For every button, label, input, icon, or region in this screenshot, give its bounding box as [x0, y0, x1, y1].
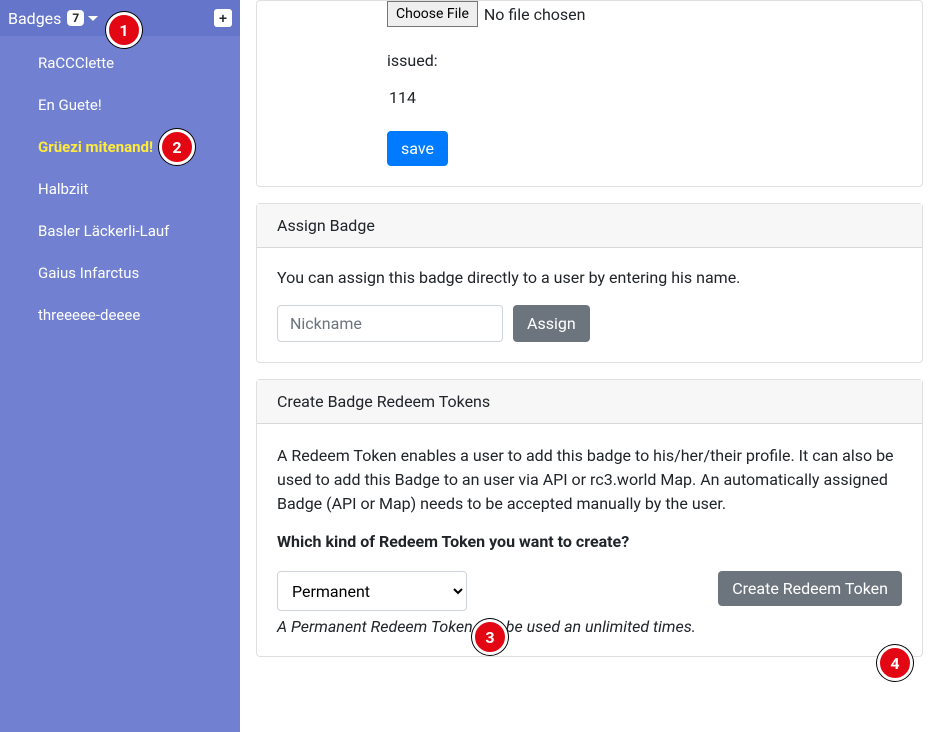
issued-value: 114 — [389, 88, 902, 107]
sidebar-list: RaCCClette En Guete! Grüezi mitenand! Ha… — [0, 36, 240, 336]
sidebar: Badges 7 + RaCCClette En Guete! Grüezi m… — [0, 0, 240, 732]
callout-4: 4 — [877, 645, 913, 681]
redeem-description: A Redeem Token enables a user to add thi… — [277, 444, 902, 516]
file-input-row: Choose File No file chosen — [387, 1, 902, 27]
redeem-question: Which kind of Redeem Token you want to c… — [277, 532, 902, 551]
sidebar-item-en-guete[interactable]: En Guete! — [0, 84, 240, 126]
sidebar-item-gruezi[interactable]: Grüezi mitenand! — [0, 126, 240, 168]
sidebar-item-gaius[interactable]: Gaius Infarctus — [0, 252, 240, 294]
token-type-select[interactable]: Permanent — [277, 571, 467, 611]
choose-file-button[interactable]: Choose File — [387, 1, 478, 27]
create-redeem-token-button[interactable]: Create Redeem Token — [718, 571, 902, 606]
sidebar-item-racclette[interactable]: RaCCClette — [0, 42, 240, 84]
sidebar-item-halbziit[interactable]: Halbziit — [0, 168, 240, 210]
sidebar-item-threeeee[interactable]: threeeee-deeee — [0, 294, 240, 336]
assign-button[interactable]: Assign — [513, 305, 590, 342]
chevron-down-icon — [88, 16, 98, 21]
redeem-card-header: Create Badge Redeem Tokens — [257, 380, 922, 424]
assign-badge-card: Assign Badge You can assign this badge d… — [256, 203, 923, 363]
callout-3: 3 — [472, 619, 508, 655]
file-status-text: No file chosen — [484, 5, 586, 24]
callout-1: 1 — [106, 12, 142, 48]
issued-label: issued: — [387, 51, 902, 70]
save-button[interactable]: save — [387, 131, 448, 166]
nickname-input[interactable] — [277, 305, 503, 342]
redeem-tokens-card: Create Badge Redeem Tokens A Redeem Toke… — [256, 379, 923, 657]
sidebar-item-basler[interactable]: Basler Läckerli-Lauf — [0, 210, 240, 252]
main-content: Choose File No file chosen issued: 114 s… — [240, 0, 931, 732]
assign-card-header: Assign Badge — [257, 204, 922, 248]
callout-2: 2 — [159, 129, 195, 165]
add-badge-button[interactable]: + — [214, 9, 232, 27]
redeem-hint: A Permanent Redeem Token can be used an … — [277, 617, 902, 636]
sidebar-title: Badges — [8, 9, 61, 28]
edit-badge-card: Choose File No file chosen issued: 114 s… — [256, 0, 923, 187]
assign-description: You can assign this badge directly to a … — [277, 268, 902, 287]
badge-count: 7 — [67, 10, 84, 26]
